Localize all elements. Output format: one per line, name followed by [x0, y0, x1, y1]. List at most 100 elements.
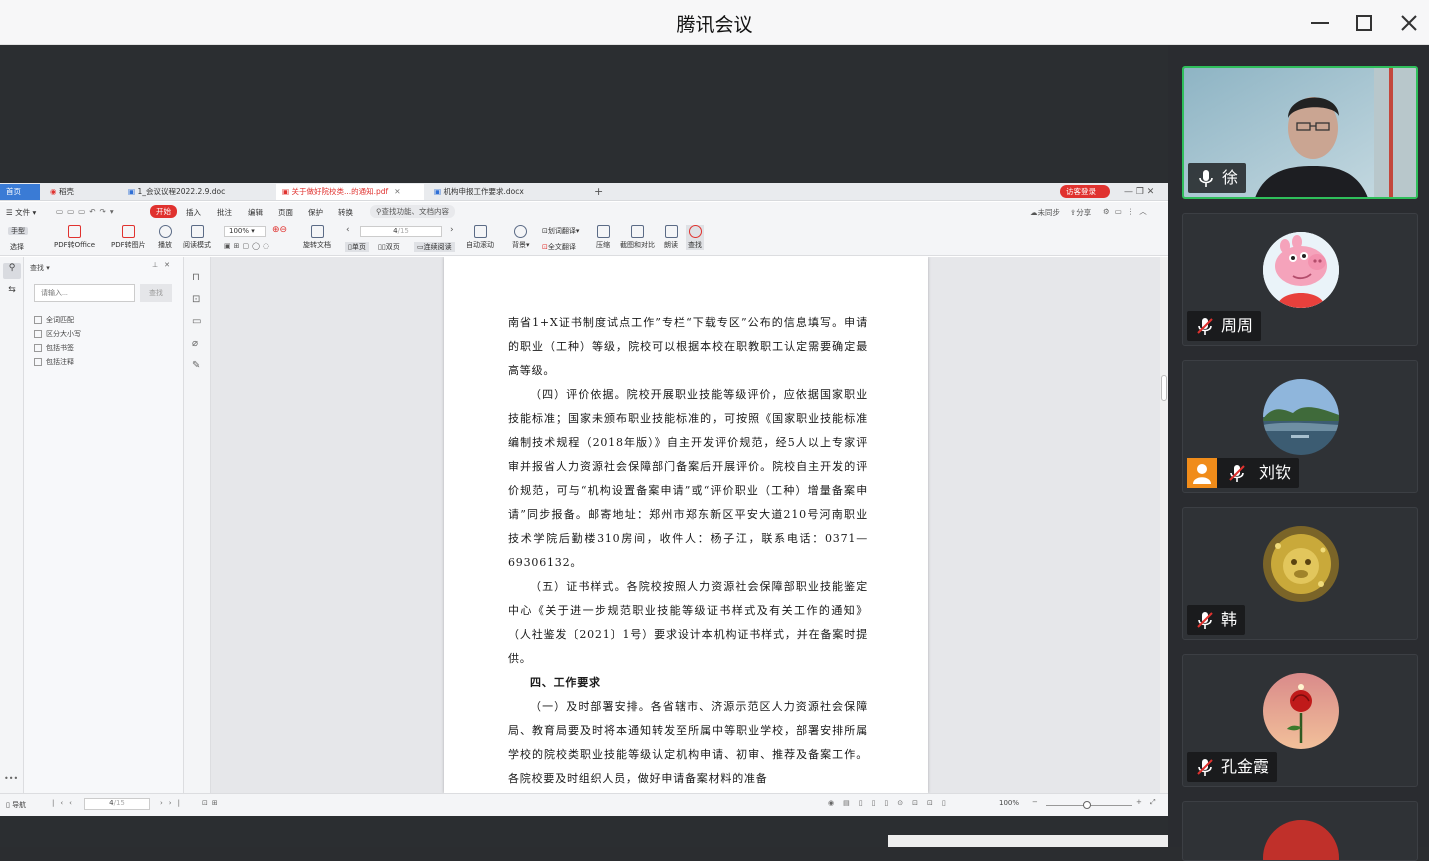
zoom-out-icon[interactable]: −: [1032, 798, 1038, 806]
option-whole-word[interactable]: 全词匹配: [34, 313, 81, 327]
tab-docer[interactable]: ◉ 稻壳: [44, 184, 118, 200]
view-mode-icons[interactable]: ◉▤▯▯▯⊙⊡⊡▯: [828, 799, 955, 807]
more-icon[interactable]: •••: [4, 774, 18, 783]
participant-tile[interactable]: 刘钦: [1182, 360, 1418, 493]
auto-scroll-button[interactable]: 自动滚动: [466, 225, 494, 250]
menu-insert[interactable]: 插入: [186, 207, 201, 218]
side-tools[interactable]: ⊓ ⊡ ▭ ⌀ ✎: [192, 267, 201, 377]
pdf-to-office-button[interactable]: PDF转Office: [54, 225, 95, 250]
find-input[interactable]: [34, 284, 135, 302]
menu-right-icons[interactable]: ⚙▭⋮︿: [1103, 206, 1152, 217]
share-button[interactable]: ⇪分享: [1070, 207, 1091, 218]
background-button[interactable]: 背景▾: [512, 225, 530, 250]
fit-icons[interactable]: ⊡⊞: [202, 799, 222, 807]
read-mode-button[interactable]: 阅读模式: [183, 225, 211, 250]
checkbox[interactable]: [34, 330, 42, 338]
golden-monkey: [1263, 526, 1339, 602]
option-comments[interactable]: 包括注释: [34, 355, 81, 369]
view-tool-icons[interactable]: ▣⊞▢◯◌: [224, 242, 272, 250]
screenshot-compare-button[interactable]: 截图和对比: [620, 225, 655, 250]
label: PDF转Office: [54, 241, 96, 249]
participant-name: 刘钦: [1259, 463, 1292, 482]
tab-label: 关于做好院校类...的通知.pdf: [291, 187, 389, 196]
prev-page-button[interactable]: ‹: [346, 225, 350, 235]
vertical-scrollbar[interactable]: [1160, 257, 1168, 793]
tab-label: 首页: [6, 187, 21, 196]
next-page-button[interactable]: ›: [450, 225, 454, 235]
quick-access-icons[interactable]: ▭▭▭↶↷▾: [56, 207, 118, 216]
play-button[interactable]: 播放: [158, 225, 172, 250]
tab-pdf-notice[interactable]: ▣ 关于做好院校类...的通知.pdf ✕: [276, 184, 424, 200]
menu-start[interactable]: 开始: [150, 205, 177, 218]
option-bookmarks[interactable]: 包括书签: [34, 341, 81, 355]
scroll-thumb[interactable]: [1161, 375, 1167, 401]
participant-nametag: 徐: [1188, 163, 1247, 193]
pdf-to-image-button[interactable]: PDF转图片: [111, 225, 146, 250]
hand-tool[interactable]: 手型: [8, 226, 28, 236]
tab-doc-requirements[interactable]: ▣ 机构申报工作要求.docx: [428, 184, 578, 200]
compress-button[interactable]: 压缩: [596, 225, 610, 250]
document-viewer[interactable]: 南省1+X证书制度试点工作”专栏“下载专区”公布的信息填写。申请的职业（工种）等…: [211, 257, 1160, 793]
read-aloud-button[interactable]: 朗读: [664, 225, 678, 250]
find-button[interactable]: 查找: [686, 225, 704, 250]
menu-protect[interactable]: 保护: [308, 207, 323, 218]
thumbnail-icon[interactable]: ⊡: [192, 289, 201, 311]
bookmark-icon[interactable]: ⊓: [192, 267, 201, 289]
menu-convert[interactable]: 转换: [338, 207, 353, 218]
participant-tile[interactable]: 韩: [1182, 507, 1418, 640]
rotate-button[interactable]: 旋转文档: [303, 225, 331, 250]
checkbox[interactable]: [34, 358, 42, 366]
tab-doc-agenda[interactable]: ▣ 1_会议议程2022.2.9.doc: [122, 184, 272, 200]
label: 压缩: [596, 241, 610, 249]
participant-tile[interactable]: 孔金霞: [1182, 654, 1418, 787]
full-translate-button[interactable]: ⊡全文翻译: [542, 242, 576, 252]
checkbox[interactable]: [34, 316, 42, 324]
signature-icon[interactable]: ✎: [192, 355, 201, 377]
nav-toggle[interactable]: ▯ 导航: [6, 800, 26, 810]
hand-label: 手型: [8, 227, 28, 235]
status-page-input[interactable]: 4/15: [84, 798, 150, 810]
attachment-icon[interactable]: ⌀: [192, 333, 201, 355]
app-window-controls[interactable]: — ❐ ✕: [1118, 184, 1168, 200]
double-page-button[interactable]: ▯▯双页: [378, 242, 400, 252]
continuous-icon: ▭: [417, 243, 424, 251]
participant-nametag: 周周: [1187, 311, 1262, 341]
continuous-button[interactable]: ▭连续阅读: [414, 242, 455, 252]
fullscreen-icon[interactable]: ⤢: [1150, 798, 1156, 807]
comment-icon[interactable]: ▭: [192, 311, 201, 333]
replace-icon[interactable]: ⇆: [3, 285, 21, 301]
menu-page[interactable]: 页面: [278, 207, 293, 218]
menu-comment[interactable]: 批注: [217, 207, 232, 218]
search-icon: [688, 225, 702, 238]
tab-home[interactable]: 首页: [0, 184, 40, 200]
participant-tile[interactable]: 徐: [1182, 66, 1418, 199]
page-nav-left[interactable]: |‹‹: [52, 799, 78, 807]
maximize-button[interactable]: [1351, 10, 1377, 36]
menu-edit[interactable]: 编辑: [248, 207, 263, 218]
menu-search[interactable]: ⚲查找功能、文档内容: [370, 205, 455, 218]
participant-nametag: 韩: [1187, 605, 1246, 635]
guest-login-button[interactable]: 访客登录: [1060, 185, 1110, 198]
menu-file[interactable]: ☰ 文件 ▾: [6, 207, 36, 218]
single-page-button[interactable]: ▯单页: [345, 242, 369, 252]
new-tab-button[interactable]: +: [588, 184, 608, 200]
find-panel-icon[interactable]: ⚲: [3, 263, 21, 279]
sync-status[interactable]: ☁未同步: [1030, 207, 1060, 218]
close-button[interactable]: [1396, 10, 1422, 36]
select-tool[interactable]: 选择: [10, 242, 24, 252]
participant-tile-partial[interactable]: [1182, 801, 1418, 861]
zoom-select[interactable]: 100% ▾: [224, 226, 266, 237]
minimize-button[interactable]: [1307, 10, 1333, 36]
zoom-buttons[interactable]: ⊕⊖: [272, 225, 287, 235]
option-case[interactable]: 区分大小写: [34, 327, 81, 341]
participant-tile[interactable]: 周周: [1182, 213, 1418, 346]
find-submit-button[interactable]: 查找: [140, 284, 172, 302]
tab-close-icon[interactable]: ✕: [394, 187, 400, 196]
page-nav-right[interactable]: ››|: [160, 799, 186, 807]
page-input[interactable]: 4/15: [360, 226, 442, 237]
zoom-in-icon[interactable]: +: [1136, 798, 1142, 806]
word-translate-button[interactable]: ⊡划词翻译▾: [542, 226, 579, 236]
checkbox[interactable]: [34, 344, 42, 352]
panel-pin-close[interactable]: ⊥✕: [152, 261, 176, 269]
zoom-slider-thumb[interactable]: [1083, 801, 1091, 809]
